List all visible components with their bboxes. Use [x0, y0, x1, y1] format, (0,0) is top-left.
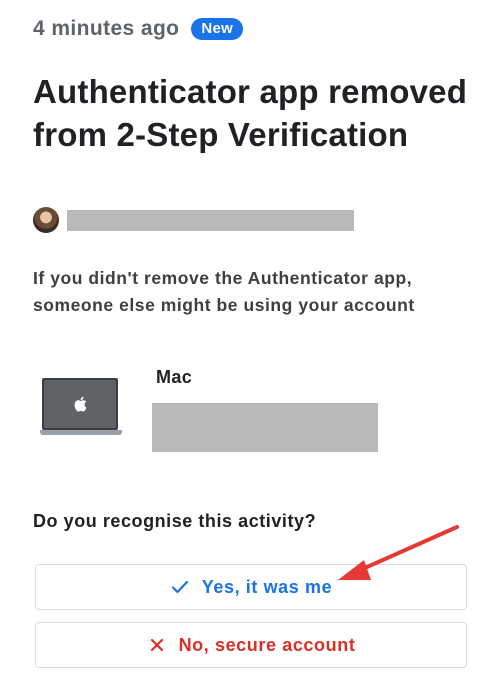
close-icon [147, 635, 167, 655]
device-name: Mac [156, 367, 193, 387]
secure-account-button[interactable]: No, secure account [35, 622, 467, 668]
no-button-label: No, secure account [178, 634, 356, 655]
apple-logo-icon [74, 396, 87, 412]
new-badge: New [191, 18, 244, 40]
device-card: Mac [40, 363, 480, 463]
laptop-base [40, 430, 122, 435]
notification-header: 4 minutes ago New [33, 17, 244, 41]
avatar [33, 207, 59, 233]
timestamp: 4 minutes ago [33, 17, 180, 40]
redacted-email [67, 209, 354, 231]
laptop-screen [42, 378, 118, 430]
warning-message: If you didn't remove the Authenticator a… [33, 268, 415, 315]
recognition-question: Do you recognise this activity? [33, 511, 317, 531]
redacted-device-details [152, 403, 378, 452]
laptop-icon [40, 378, 122, 438]
yes-it-was-me-button[interactable]: Yes, it was me [35, 564, 467, 610]
yes-button-label: Yes, it was me [201, 576, 333, 597]
checkmark-icon [170, 577, 190, 597]
page-title: Authenticator app removed from 2-Step Ve… [33, 73, 468, 153]
account-row [33, 207, 354, 233]
